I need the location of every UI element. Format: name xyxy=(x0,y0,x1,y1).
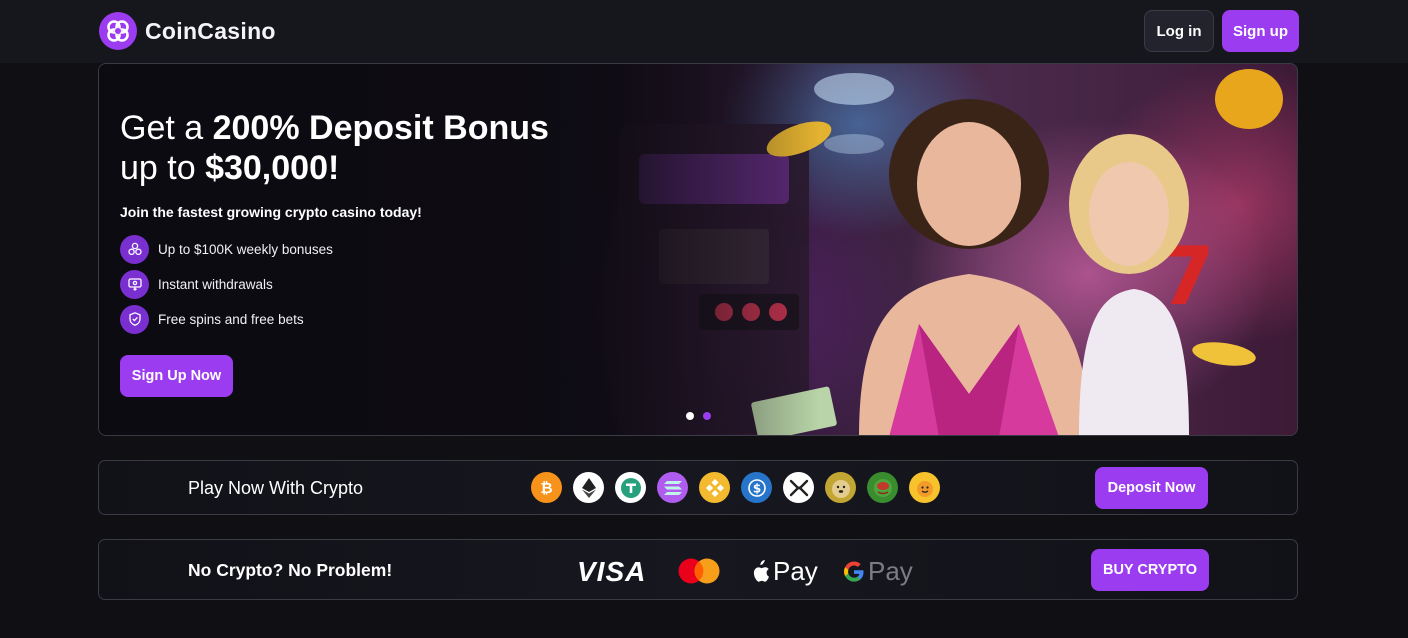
solana-icon xyxy=(657,472,688,503)
carousel-dot-1[interactable] xyxy=(686,412,694,420)
usdc-icon: $ xyxy=(741,472,772,503)
shield-check-icon xyxy=(120,304,149,334)
fiat-payment-strip: No Crypto? No Problem! VISA Pay Pay BUY … xyxy=(98,539,1298,600)
brand-name: CoinCasino xyxy=(145,17,276,44)
bonk-icon xyxy=(909,472,940,503)
crypto-payment-strip: Play Now With Crypto ₿ $ Deposit Now xyxy=(98,460,1298,515)
crypto-strip-label: Play Now With Crypto xyxy=(188,478,364,498)
feature-instant-withdrawals: Instant withdrawals xyxy=(120,269,273,299)
buy-crypto-button[interactable]: BUY CRYPTO xyxy=(1091,549,1209,591)
sign-up-now-button[interactable]: Sign Up Now xyxy=(120,355,233,397)
apple-pay-text: Pay xyxy=(773,556,818,586)
mastercard-icon xyxy=(678,558,720,584)
visa-text: VISA xyxy=(577,556,647,587)
signup-button[interactable]: Sign up xyxy=(1222,10,1299,52)
headline-amount: $30,000! xyxy=(205,149,340,187)
visa-logo: VISA xyxy=(577,556,646,588)
google-g-icon xyxy=(844,561,864,582)
apple-icon xyxy=(753,559,769,582)
tether-icon xyxy=(615,472,646,503)
bitcoin-icon: ₿ xyxy=(531,472,562,503)
binance-icon xyxy=(699,472,730,503)
deposit-now-button[interactable]: Deposit Now xyxy=(1095,467,1208,509)
top-navigation-bar: CoinCasino Log in Sign up xyxy=(0,0,1408,63)
feature-label: Instant withdrawals xyxy=(158,276,273,292)
carousel-dot-2[interactable] xyxy=(703,412,711,420)
svg-text:$: $ xyxy=(752,481,760,495)
brand-logo[interactable]: CoinCasino xyxy=(99,12,276,50)
headline-text-2: up to xyxy=(120,149,206,187)
google-pay-text: Pay xyxy=(868,556,913,586)
hero-subtitle: Join the fastest growing crypto casino t… xyxy=(120,204,422,220)
ethereum-icon xyxy=(573,472,604,503)
feature-free-spins: Free spins and free bets xyxy=(120,304,304,334)
xrp-icon xyxy=(783,472,814,503)
hero-banner[interactable]: 7 Get a 200% Deposit Bonus up to $30,000… xyxy=(98,63,1298,436)
dogecoin-icon xyxy=(825,472,856,503)
fiat-strip-label: No Crypto? No Problem! xyxy=(188,560,393,580)
headline-text-1: Get a xyxy=(120,109,213,147)
crypto-coin-list: ₿ $ xyxy=(531,472,940,503)
coincasino-logo-icon xyxy=(99,12,137,50)
hero-headline: Get a 200% Deposit Bonus up to $30,000! xyxy=(120,108,640,188)
feature-label: Free spins and free bets xyxy=(158,311,304,327)
google-pay-logo: Pay xyxy=(843,556,913,587)
feature-label: Up to $100K weekly bonuses xyxy=(158,241,333,257)
headline-bonus: 200% Deposit Bonus xyxy=(212,109,549,147)
feature-weekly-bonuses: Up to $100K weekly bonuses xyxy=(120,234,333,264)
coin-stack-icon xyxy=(120,234,149,264)
login-button[interactable]: Log in xyxy=(1144,10,1214,52)
pepe-icon xyxy=(867,472,898,503)
withdraw-icon xyxy=(120,269,149,299)
apple-pay-logo: Pay xyxy=(750,556,818,587)
